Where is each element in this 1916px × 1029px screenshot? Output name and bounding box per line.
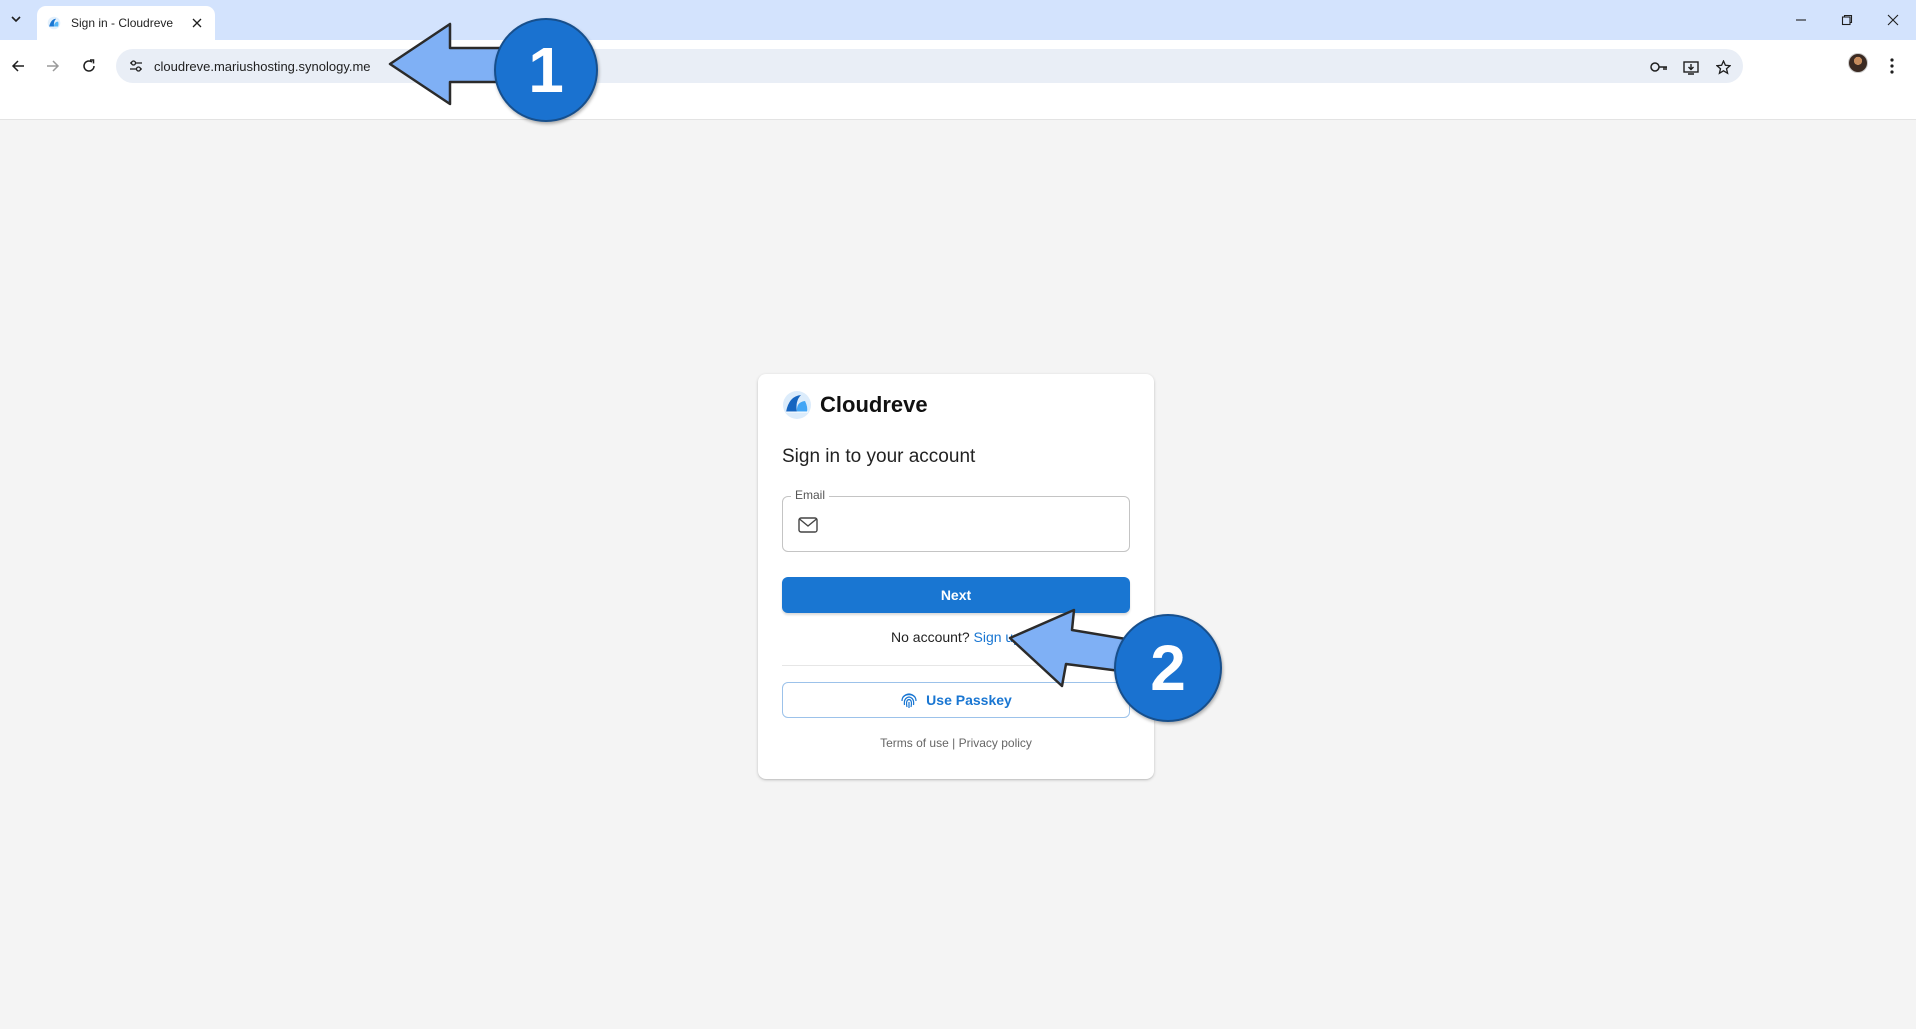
- password-key-icon[interactable]: [1648, 56, 1670, 78]
- email-label: Email: [791, 488, 830, 502]
- address-bar[interactable]: cloudreve.mariushosting.synology.me: [116, 49, 1743, 83]
- privacy-link[interactable]: Privacy policy: [959, 736, 1032, 750]
- brand-name: Cloudreve: [820, 392, 928, 417]
- menu-kebab-icon[interactable]: [1884, 52, 1900, 80]
- callout-number-2: 2: [1114, 614, 1222, 722]
- minimize-icon[interactable]: [1789, 8, 1813, 32]
- cloudreve-favicon: [47, 16, 61, 30]
- restore-icon[interactable]: [1835, 8, 1859, 32]
- tab-strip: Sign in - Cloudreve: [0, 0, 1916, 40]
- email-input[interactable]: [829, 507, 1119, 543]
- profile-avatar[interactable]: [1848, 53, 1868, 73]
- browser-tab[interactable]: Sign in - Cloudreve: [37, 6, 215, 40]
- forward-icon[interactable]: [39, 52, 67, 80]
- brand: Cloudreve: [782, 390, 928, 420]
- reload-icon[interactable]: [75, 52, 103, 80]
- callout-number-1: 1: [494, 18, 598, 122]
- callout-arrow-1: [388, 22, 506, 106]
- site-settings-icon[interactable]: [126, 56, 146, 76]
- footer-separator: |: [952, 736, 956, 750]
- no-account-text: No account?: [891, 629, 970, 645]
- email-field[interactable]: Email: [782, 488, 1130, 552]
- cloudreve-logo: [783, 391, 811, 419]
- url-text: cloudreve.mariushosting.synology.me: [154, 58, 371, 74]
- browser-toolbar: cloudreve.mariushosting.synology.me: [0, 40, 1916, 120]
- callout-1: 1: [386, 18, 606, 122]
- callout-2: 2: [1008, 606, 1224, 724]
- install-app-icon[interactable]: [1680, 56, 1702, 78]
- page-title: Sign in to your account: [782, 446, 976, 467]
- footer-links: Terms of use | Privacy policy: [758, 736, 1154, 750]
- passkey-label: Use Passkey: [926, 692, 1012, 708]
- tab-title: Sign in - Cloudreve: [71, 16, 174, 30]
- tab-search-icon[interactable]: [6, 9, 26, 29]
- close-icon[interactable]: [189, 15, 205, 31]
- mail-icon: [797, 514, 819, 536]
- back-icon[interactable]: [4, 52, 32, 80]
- window-close-icon[interactable]: [1881, 8, 1905, 32]
- terms-link[interactable]: Terms of use: [880, 736, 949, 750]
- fingerprint-icon: [900, 691, 918, 709]
- bookmark-star-icon[interactable]: [1712, 56, 1734, 78]
